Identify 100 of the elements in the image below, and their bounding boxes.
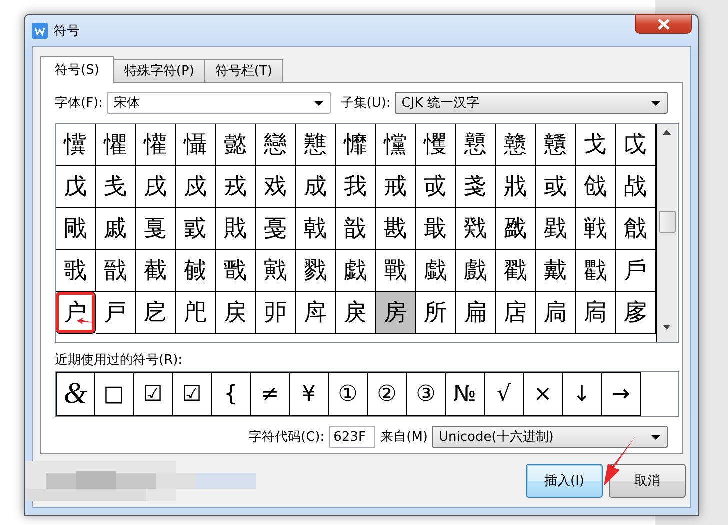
font-dropdown[interactable]: 宋体 [107, 92, 331, 114]
symbol-cell[interactable]: 戍 [176, 166, 216, 208]
symbol-cell[interactable]: 战 [616, 166, 656, 208]
symbol-cell[interactable]: 戵 [576, 250, 616, 292]
symbol-cell[interactable]: 戧 [616, 208, 656, 250]
symbol-cell[interactable]: 戇 [536, 124, 576, 166]
symbol-cell[interactable]: 户 [56, 292, 96, 334]
symbol-cell[interactable]: 戌 [136, 166, 176, 208]
symbol-cell[interactable]: 扃 [536, 292, 576, 334]
symbol-cell[interactable]: 戈 [576, 124, 616, 166]
char-code-field[interactable]: 623F [328, 426, 375, 448]
recent-symbol-cell[interactable]: ¥ [290, 372, 329, 416]
close-button[interactable] [635, 14, 692, 34]
symbol-cell[interactable]: 截 [136, 250, 176, 292]
symbol-cell[interactable]: 戱 [416, 250, 456, 292]
symbol-cell[interactable]: 戓 [416, 166, 456, 208]
dialog-button[interactable]: 取消 [609, 464, 686, 498]
recent-symbol-cell[interactable]: & [56, 372, 95, 416]
encoding-dropdown[interactable]: Unicode(十六进制) [432, 426, 668, 448]
symbol-cell[interactable]: 戋 [96, 166, 136, 208]
symbol-cell[interactable]: 扁 [456, 292, 496, 334]
symbol-cell[interactable]: 戥 [536, 208, 576, 250]
recent-symbol-cell[interactable]: { [212, 372, 251, 416]
symbol-cell[interactable]: 成 [296, 166, 336, 208]
symbol-cell[interactable]: 戟 [296, 208, 336, 250]
scroll-up-icon[interactable] [663, 130, 671, 135]
symbol-cell[interactable]: 戣 [456, 208, 496, 250]
symbol-cell[interactable]: 戨 [56, 250, 96, 292]
symbol-cell[interactable]: 戸 [96, 292, 136, 334]
symbol-cell[interactable]: 戺 [176, 292, 216, 334]
symbol-cell[interactable]: 戗 [576, 166, 616, 208]
symbol-cell[interactable]: 戦 [576, 208, 616, 250]
symbol-cell[interactable]: 戂 [336, 124, 376, 166]
symbol-cell[interactable]: 戙 [56, 208, 96, 250]
symbol-cell[interactable]: 戡 [376, 208, 416, 250]
symbol-cell[interactable]: 扅 [616, 292, 656, 334]
recent-symbol-cell[interactable]: № [446, 372, 485, 416]
symbol-cell[interactable]: 戫 [176, 250, 216, 292]
recent-symbol-cell[interactable]: √ [485, 372, 524, 416]
symbol-cell[interactable]: 戢 [416, 208, 456, 250]
recent-symbol-cell[interactable]: → [602, 372, 641, 416]
symbol-cell[interactable]: 戃 [376, 124, 416, 166]
recent-symbol-cell[interactable]: ☑ [134, 372, 173, 416]
symbol-cell[interactable]: 戛 [136, 208, 176, 250]
symbol-cell[interactable]: 戲 [456, 250, 496, 292]
symbol-cell[interactable]: 懾 [176, 124, 216, 166]
symbol-cell[interactable]: 戩 [96, 250, 136, 292]
symbol-cell[interactable]: 懿 [216, 124, 256, 166]
symbol-cell[interactable]: 戝 [216, 208, 256, 250]
symbol-cell[interactable]: 戄 [416, 124, 456, 166]
tab[interactable]: 符号(S) [40, 56, 114, 83]
recent-symbol-cell[interactable]: ① [329, 372, 368, 416]
symbol-cell[interactable]: 所 [416, 292, 456, 334]
recent-symbol-cell[interactable]: ↓ [563, 372, 602, 416]
symbol-cell[interactable]: 戯 [336, 250, 376, 292]
symbol-cell[interactable]: 戕 [496, 166, 536, 208]
symbol-cell[interactable]: 戻 [216, 292, 256, 334]
symbol-cell[interactable]: 戊 [56, 166, 96, 208]
symbol-cell[interactable]: 懻 [56, 124, 96, 166]
symbol-cell[interactable]: 戀 [256, 124, 296, 166]
symbol-cell[interactable]: 房 [376, 292, 416, 334]
subset-dropdown[interactable]: CJK 统一汉字 [394, 92, 668, 114]
symbol-cell[interactable]: 我 [336, 166, 376, 208]
symbol-cell[interactable]: 戁 [296, 124, 336, 166]
tab[interactable]: 符号栏(T) [204, 59, 284, 82]
symbol-cell[interactable]: 戠 [336, 208, 376, 250]
tab[interactable]: 特殊字符(P) [113, 59, 206, 82]
symbol-cell[interactable]: 戅 [456, 124, 496, 166]
symbol-cell[interactable]: 戼 [256, 292, 296, 334]
symbol-cell[interactable]: 戞 [256, 208, 296, 250]
symbol-cell[interactable]: 戒 [376, 166, 416, 208]
symbol-cell[interactable]: 扄 [576, 292, 616, 334]
symbol-cell[interactable]: 戔 [456, 166, 496, 208]
symbol-cell[interactable]: 戉 [616, 124, 656, 166]
symbol-cell[interactable]: 戭 [256, 250, 296, 292]
recent-symbol-cell[interactable]: ≠ [251, 372, 290, 416]
symbol-cell[interactable]: 戚 [96, 208, 136, 250]
symbol-cell[interactable]: 戬 [216, 250, 256, 292]
scrollbar[interactable] [657, 124, 677, 342]
scroll-thumb[interactable] [658, 211, 676, 233]
symbol-cell[interactable]: 戳 [496, 250, 536, 292]
symbol-cell[interactable]: 戏 [256, 166, 296, 208]
dialog-button[interactable]: 插入(I) [526, 464, 603, 498]
symbol-cell[interactable]: 戎 [216, 166, 256, 208]
symbol-cell[interactable]: 戽 [296, 292, 336, 334]
symbol-cell[interactable]: 戴 [536, 250, 576, 292]
recent-symbol-cell[interactable]: ② [368, 372, 407, 416]
symbol-cell[interactable]: 戹 [136, 292, 176, 334]
recent-symbol-cell[interactable]: × [524, 372, 563, 416]
recent-symbol-cell[interactable]: □ [95, 372, 134, 416]
symbol-cell[interactable]: 懼 [96, 124, 136, 166]
symbol-cell[interactable]: 戆 [496, 124, 536, 166]
symbol-cell[interactable]: 戜 [176, 208, 216, 250]
symbol-cell[interactable]: 扂 [496, 292, 536, 334]
symbol-cell[interactable]: 或 [536, 166, 576, 208]
symbol-cell[interactable]: 戮 [296, 250, 336, 292]
recent-symbol-cell[interactable]: ③ [407, 372, 446, 416]
recent-symbol-cell[interactable]: ☑ [173, 372, 212, 416]
symbol-cell[interactable]: 懽 [136, 124, 176, 166]
symbol-cell[interactable]: 戶 [616, 250, 656, 292]
